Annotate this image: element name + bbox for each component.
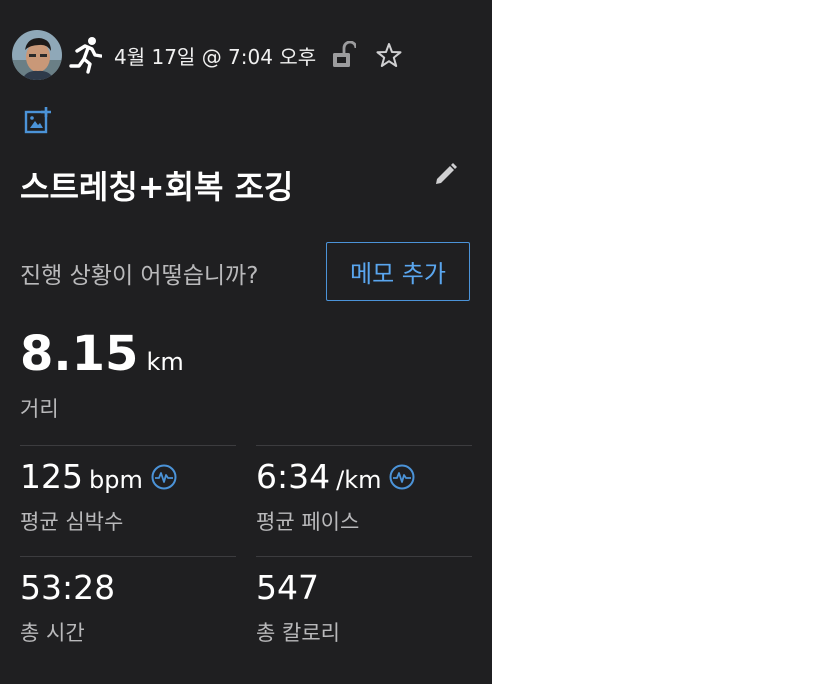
divider bbox=[20, 556, 236, 557]
pace-unit: /km bbox=[336, 466, 382, 494]
pace-value: 6:34 bbox=[256, 457, 331, 496]
unlock-icon[interactable] bbox=[332, 41, 357, 69]
activity-date: 4월 17일 @ 7:04 오후 bbox=[114, 44, 317, 69]
heart-rate-unit: bpm bbox=[89, 466, 143, 494]
pace-stat: 6:34 /km 평균 페이스 bbox=[256, 457, 415, 536]
heart-rate-stat: 125 bpm 평균 심박수 bbox=[20, 457, 177, 536]
calories-label: 총 칼로리 bbox=[256, 621, 340, 645]
add-note-button[interactable]: 메모 추가 bbox=[326, 242, 470, 301]
activity-title: 스트레칭+회복 조깅 bbox=[20, 168, 294, 206]
pace-label: 평균 페이스 bbox=[256, 510, 360, 534]
edit-pencil-icon[interactable] bbox=[432, 162, 458, 188]
running-icon bbox=[69, 37, 102, 74]
total-time-label: 총 시간 bbox=[20, 621, 85, 645]
activity-header: 4월 17일 @ 7:04 오후 bbox=[12, 30, 402, 80]
divider bbox=[256, 556, 472, 557]
heart-pulse-icon[interactable] bbox=[389, 464, 415, 490]
heart-pulse-icon[interactable] bbox=[151, 464, 177, 490]
heart-rate-value: 125 bbox=[20, 457, 83, 496]
divider bbox=[256, 445, 472, 446]
distance-label: 거리 bbox=[20, 397, 59, 421]
avatar[interactable] bbox=[12, 30, 62, 80]
star-icon[interactable] bbox=[376, 42, 402, 68]
heart-rate-label: 평균 심박수 bbox=[20, 510, 124, 534]
add-photo-icon[interactable] bbox=[24, 106, 52, 134]
distance-unit: km bbox=[146, 348, 184, 376]
activity-panel: 4월 17일 @ 7:04 오후 스트레칭+회복 조깅 진행 상황이 어떻습니까… bbox=[0, 0, 492, 684]
distance-value-row: 8.15 km bbox=[20, 326, 184, 382]
total-time-stat: 53:28 총 시간 bbox=[20, 568, 115, 647]
calories-stat: 547 총 칼로리 bbox=[256, 568, 340, 647]
progress-prompt: 진행 상황이 어떻습니까? bbox=[20, 263, 259, 289]
calories-value: 547 bbox=[256, 568, 319, 607]
distance-value: 8.15 bbox=[20, 326, 139, 382]
divider bbox=[20, 445, 236, 446]
total-time-value: 53:28 bbox=[20, 568, 116, 607]
